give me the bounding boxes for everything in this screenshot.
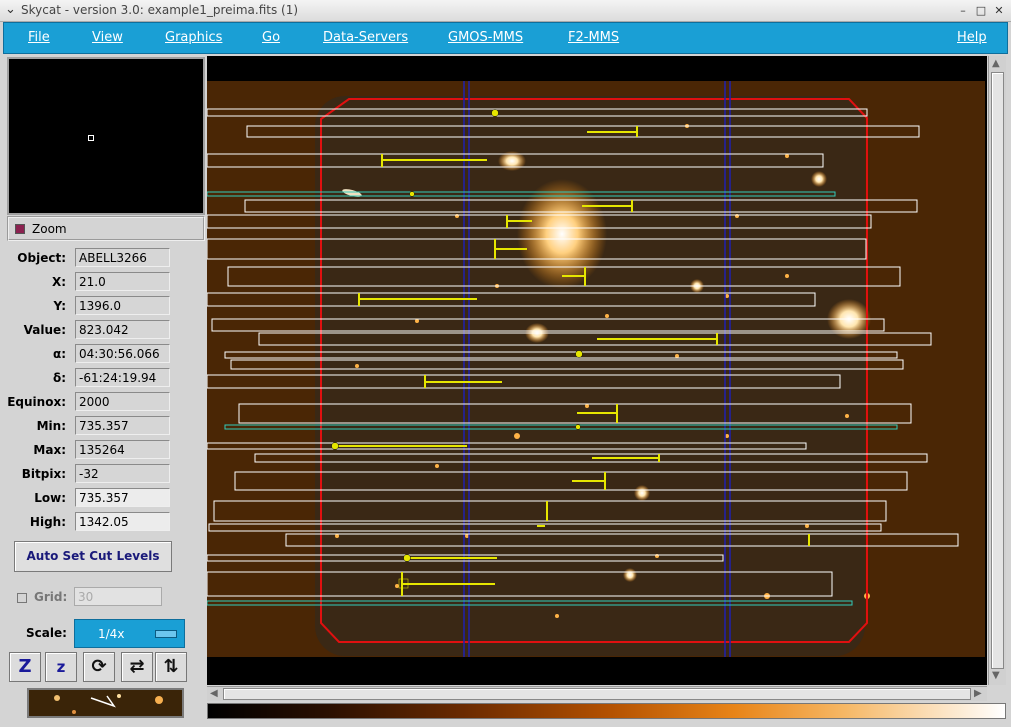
menu-data-servers[interactable]: Data-Servers <box>323 30 408 45</box>
info-value: 823.042 <box>75 320 170 339</box>
vertical-scroll-thumb[interactable] <box>991 72 1004 669</box>
zoom-checkbox[interactable] <box>15 224 25 234</box>
zoom-out-icon: z <box>56 658 66 676</box>
scale-value: 1/4x <box>98 627 125 641</box>
close-button[interactable]: ✕ <box>991 3 1007 18</box>
scroll-left-icon[interactable]: ◀ <box>210 688 218 699</box>
image-canvas[interactable] <box>207 56 987 685</box>
magnifier-image <box>29 690 182 716</box>
scroll-down-icon[interactable]: ▼ <box>992 670 1000 681</box>
info-row-y: Y: 1396.0 <box>3 296 206 316</box>
colorbar[interactable] <box>207 703 1006 719</box>
info-row-equinox: Equinox: 2000 <box>3 392 206 412</box>
info-value: ABELL3266 <box>75 248 170 267</box>
menu-view[interactable]: View <box>92 30 123 45</box>
info-label: Max: <box>33 443 66 457</box>
flip-x-icon: ⇄ <box>129 656 145 677</box>
info-label: Bitpix: <box>21 467 66 481</box>
dropdown-indicator-icon <box>155 630 177 638</box>
horizontal-scrollbar[interactable]: ◀ ▶ <box>207 686 987 701</box>
info-value: -61:24:19.94 <box>75 368 170 387</box>
info-value: 2000 <box>75 392 170 411</box>
menu-gmos-mms[interactable]: GMOS-MMS <box>448 30 523 45</box>
minimize-button[interactable]: – <box>955 3 971 18</box>
cut-level-field[interactable]: 1342.05 <box>75 512 170 531</box>
rotate-icon: ⟳ <box>91 656 107 677</box>
flip-y-icon: ⇅ <box>163 656 179 677</box>
scale-control: Scale: 1/4x <box>14 618 204 648</box>
info-label: α: <box>52 347 66 361</box>
info-label: Min: <box>36 419 66 433</box>
panner-view[interactable] <box>7 57 205 215</box>
info-row-bitpix: Bitpix: -32 <box>3 464 206 484</box>
info-label: Equinox: <box>7 395 66 409</box>
magnifier-view <box>27 688 184 718</box>
menu-file[interactable]: File <box>28 30 50 45</box>
info-row-max: Max: 135264 <box>3 440 206 460</box>
menu-f2-mms[interactable]: F2-MMS <box>568 30 619 45</box>
window-menu-icon[interactable]: ⌄ <box>5 2 16 17</box>
menu-help[interactable]: Help <box>957 30 987 45</box>
cut-level-field[interactable]: 735.357 <box>75 488 170 507</box>
info-value: 04:30:56.066 <box>75 344 170 363</box>
auto-set-cut-levels-button[interactable]: Auto Set Cut Levels <box>14 541 172 572</box>
info-row-high: High: 1342.05 <box>3 512 206 532</box>
info-row-x: X: 21.0 <box>3 272 206 292</box>
panner-marker[interactable] <box>88 135 94 141</box>
info-panel: Zoom Object: ABELL3266 X: 21.0 Y: 1396.0 Value… <box>3 55 206 723</box>
menu-bar: File View Graphics Go Data-Servers GMOS-… <box>3 22 1008 54</box>
info-row-min: Min: 735.357 <box>3 416 206 436</box>
scale-select[interactable]: 1/4x <box>74 619 185 648</box>
flip-x-button[interactable]: ⇄ <box>121 652 153 682</box>
vertical-scrollbar[interactable]: ▲ ▼ <box>988 56 1006 685</box>
info-label: δ: <box>52 371 66 385</box>
scroll-right-icon[interactable]: ▶ <box>974 688 982 699</box>
zoom-in-icon: Z <box>18 656 32 677</box>
info-value: -32 <box>75 464 170 483</box>
zoom-in-button[interactable]: Z <box>9 652 41 682</box>
maximize-button[interactable]: □ <box>973 3 989 18</box>
grid-control: Grid: 30 <box>14 587 204 609</box>
info-row-dec: δ: -61:24:19.94 <box>3 368 206 388</box>
info-value: 135264 <box>75 440 170 459</box>
scroll-up-icon[interactable]: ▲ <box>992 58 1000 69</box>
info-label: Object: <box>17 251 66 265</box>
title-bar: ⌄ Skycat - version 3.0: example1_preima.… <box>0 0 1011 22</box>
window-title: Skycat - version 3.0: example1_preima.fi… <box>21 3 299 17</box>
grid-label: Grid: <box>34 590 68 604</box>
grid-spacing-field[interactable]: 30 <box>74 587 162 606</box>
info-row-object: Object: ABELL3266 <box>3 248 206 268</box>
zoom-label: Zoom <box>32 222 67 236</box>
rotate-button[interactable]: ⟳ <box>83 652 115 682</box>
info-row-low: Low: 735.357 <box>3 488 206 508</box>
menu-go[interactable]: Go <box>262 30 280 45</box>
info-label: Low: <box>34 491 66 505</box>
info-value: 1396.0 <box>75 296 170 315</box>
info-value: 21.0 <box>75 272 170 291</box>
info-row-ra: α: 04:30:56.066 <box>3 344 206 364</box>
fits-image[interactable] <box>207 56 987 685</box>
flip-y-button[interactable]: ⇅ <box>155 652 187 682</box>
zoom-toggle[interactable]: Zoom <box>7 216 205 241</box>
scale-label: Scale: <box>26 626 67 640</box>
info-label: High: <box>29 515 66 529</box>
info-value: 735.357 <box>75 416 170 435</box>
menu-graphics[interactable]: Graphics <box>165 30 222 45</box>
info-label: X: <box>51 275 66 289</box>
info-row-value: Value: 823.042 <box>3 320 206 340</box>
zoom-out-button[interactable]: z <box>45 652 77 682</box>
grid-checkbox[interactable] <box>17 593 27 603</box>
info-label: Value: <box>23 323 66 337</box>
info-label: Y: <box>53 299 66 313</box>
horizontal-scroll-thumb[interactable] <box>223 688 971 700</box>
